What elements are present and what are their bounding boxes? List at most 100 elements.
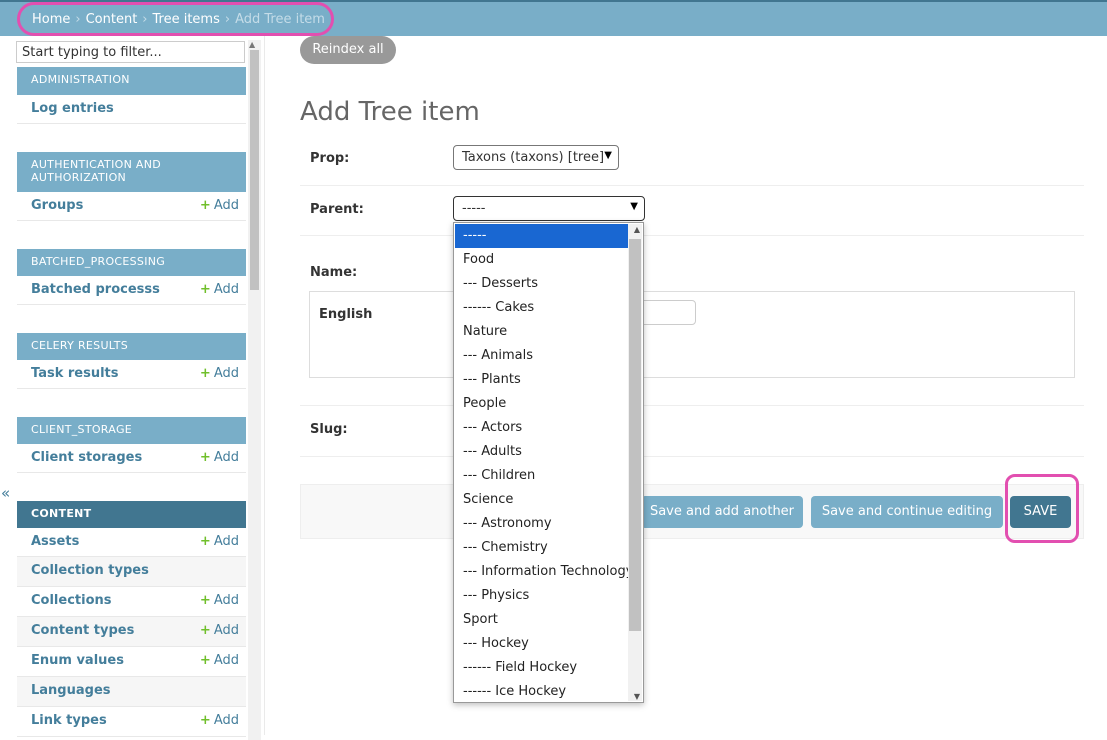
dropdown-option[interactable]: --- Astronomy	[455, 512, 628, 536]
chevron-down-icon: ▼	[630, 201, 638, 212]
dropdown-option[interactable]: Nature	[455, 320, 628, 344]
dropdown-option[interactable]: --- Plants	[455, 368, 628, 392]
scroll-up-arrow-icon[interactable]: ▲	[249, 40, 255, 49]
nav-filter-input[interactable]	[16, 41, 245, 63]
dropdown-option[interactable]: --- Chemistry	[455, 536, 628, 560]
sidebar-item-link[interactable]: Collections	[31, 593, 112, 608]
collapse-sidebar-icon[interactable]: «	[1, 484, 10, 502]
sidebar-item-link[interactable]: Batched processs	[31, 282, 160, 297]
dropdown-option[interactable]: --- Hockey	[455, 632, 628, 656]
breadcrumb-current: Add Tree item	[235, 12, 325, 27]
scroll-down-arrow-icon[interactable]: ▼	[634, 692, 640, 701]
plus-icon: +	[199, 534, 211, 549]
sidebar-item-link[interactable]: Enum values	[31, 653, 124, 668]
add-link-label: Add	[213, 653, 239, 668]
divider	[300, 456, 1084, 457]
add-link[interactable]: + Add	[200, 653, 239, 668]
dropdown-option[interactable]: --- Desserts	[455, 272, 628, 296]
module-caption[interactable]: CELERY RESULTS	[17, 333, 246, 360]
sidebar-item-link[interactable]: Log entries	[31, 101, 114, 116]
dropdown-option[interactable]: --- Animals	[455, 344, 628, 368]
module-caption[interactable]: ADMINISTRATION	[17, 67, 246, 95]
sidebar-item: Client storages + Add	[17, 444, 246, 473]
breadcrumb-content[interactable]: Content	[86, 12, 138, 27]
plus-icon: +	[199, 450, 211, 465]
sidebar-item-link[interactable]: Collection types	[31, 563, 149, 578]
dropdown-option[interactable]: --- Physics	[455, 584, 628, 608]
add-link[interactable]: + Add	[200, 534, 239, 549]
dropdown-scrollbar-thumb[interactable]	[629, 239, 641, 631]
nav-sidebar: ▲ ADMINISTRATION Log entries AUTHENTICATIO…	[0, 36, 265, 740]
sidebar-item: Task results + Add	[17, 360, 246, 389]
sidebar-item: Link types + Add	[17, 707, 246, 737]
divider	[300, 185, 1084, 186]
save-and-continue-button[interactable]: Save and continue editing	[811, 496, 1003, 528]
reindex-all-button[interactable]: Reindex all	[300, 36, 396, 64]
dropdown-option[interactable]: People	[455, 392, 628, 416]
module-caption[interactable]: CONTENT	[17, 501, 246, 528]
dropdown-option[interactable]: Sport	[455, 608, 628, 632]
divider	[300, 405, 1084, 406]
sidebar-item-link[interactable]: Client storages	[31, 450, 142, 465]
dropdown-option[interactable]: --- Children	[455, 464, 628, 488]
add-link[interactable]: + Add	[200, 282, 239, 297]
slug-label: Slug:	[310, 422, 348, 437]
sidebar-item-link[interactable]: Languages	[31, 683, 111, 698]
parent-label: Parent:	[310, 202, 364, 217]
sidebar-item-link[interactable]: Task results	[31, 366, 119, 381]
prop-select-value: Taxons (taxons) [tree]	[462, 150, 605, 165]
dropdown-option[interactable]: --- Information Technology	[455, 560, 633, 584]
prop-label: Prop:	[310, 151, 350, 166]
sidebar-item: Collection types	[17, 557, 246, 587]
dropdown-option[interactable]: ------ Cakes	[455, 296, 628, 320]
sidebar-item: Assets + Add	[17, 528, 246, 557]
add-link-label: Add	[213, 282, 239, 297]
add-link[interactable]: + Add	[200, 713, 239, 728]
name-label: Name:	[310, 265, 358, 280]
save-button[interactable]: SAVE	[1010, 496, 1071, 528]
dropdown-option[interactable]: -----	[455, 224, 628, 248]
plus-icon: +	[199, 366, 211, 381]
sidebar-item-link[interactable]: Assets	[31, 534, 79, 549]
breadcrumb-home[interactable]: Home	[32, 12, 70, 27]
add-link[interactable]: + Add	[200, 593, 239, 608]
module-caption[interactable]: BATCHED_PROCESSING	[17, 249, 246, 276]
plus-icon: +	[199, 713, 211, 728]
dropdown-option[interactable]: ------ Field Hockey	[455, 656, 628, 680]
parent-select-value: -----	[462, 201, 486, 216]
parent-dropdown-list[interactable]: ----- Food --- Desserts ------ Cakes Nature -…	[453, 222, 644, 703]
add-link[interactable]: + Add	[200, 623, 239, 638]
save-and-add-another-button[interactable]: Save and add another	[641, 496, 803, 528]
module-caption[interactable]: CLIENT_STORAGE	[17, 417, 246, 444]
parent-select[interactable]: ----- ▼	[453, 196, 645, 221]
sidebar-item: Batched processs + Add	[17, 276, 246, 305]
chevron-down-icon: ▼	[604, 150, 612, 161]
scroll-up-arrow-icon[interactable]: ▲	[634, 225, 640, 234]
add-link-label: Add	[213, 198, 239, 213]
dropdown-option[interactable]: ------ Ice Hockey	[455, 680, 628, 702]
add-link[interactable]: + Add	[200, 450, 239, 465]
add-link-label: Add	[213, 450, 239, 465]
sidebar-item-link[interactable]: Groups	[31, 198, 83, 213]
sidebar-item: Log entries	[17, 95, 246, 124]
dropdown-option[interactable]: Science	[455, 488, 628, 512]
dropdown-option[interactable]: --- Actors	[455, 416, 628, 440]
dropdown-option[interactable]: --- Adults	[455, 440, 628, 464]
add-link[interactable]: + Add	[200, 198, 239, 213]
sidebar-item: Content types + Add	[17, 617, 246, 647]
sidebar-item: Languages	[17, 677, 246, 707]
divider	[300, 235, 1084, 236]
module-caption[interactable]: AUTHENTICATION AND AUTHORIZATION	[17, 152, 246, 192]
breadcrumb-tree-items[interactable]: Tree items	[153, 12, 220, 27]
prop-select[interactable]: Taxons (taxons) [tree] ▼	[453, 145, 619, 170]
add-link-label: Add	[213, 623, 239, 638]
sidebar-item: Collections + Add	[17, 587, 246, 617]
sidebar-item-link[interactable]: Link types	[31, 713, 107, 728]
dropdown-option[interactable]: Food	[455, 248, 628, 272]
breadcrumb-separator: ›	[142, 12, 148, 27]
sidebar-scrollbar-thumb[interactable]	[250, 50, 259, 290]
sidebar-item-link[interactable]: Content types	[31, 623, 134, 638]
add-link[interactable]: + Add	[200, 366, 239, 381]
add-link-label: Add	[213, 366, 239, 381]
breadcrumb-separator: ›	[75, 12, 81, 27]
